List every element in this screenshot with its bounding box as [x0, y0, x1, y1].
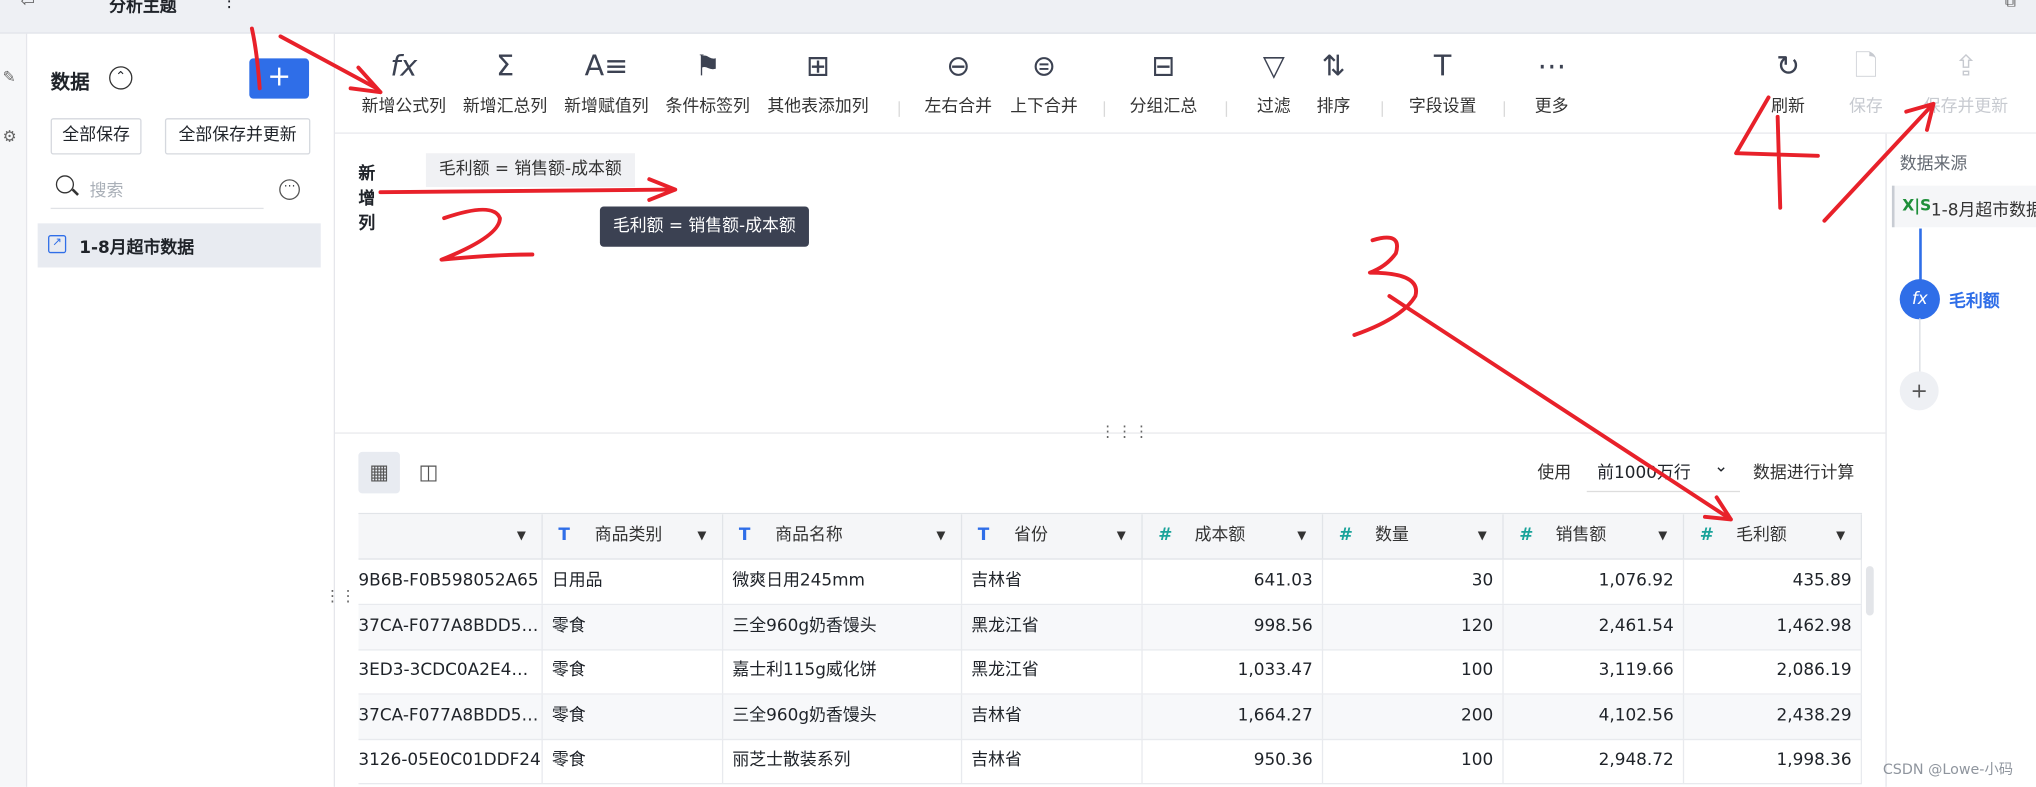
annotation-layer: [249, 26, 1936, 522]
digit-3: [1352, 235, 1419, 337]
arrow-1-line: [278, 34, 379, 91]
arrow-3-head: [1702, 495, 1733, 522]
digit-2: [439, 207, 535, 262]
arrow-4-line: [1822, 104, 1933, 223]
mark-1: [249, 26, 262, 91]
arrow-3-line: [1387, 294, 1729, 519]
arrow-1-head: [348, 65, 383, 95]
arrow-2-line: [378, 187, 675, 195]
digit-4: [1734, 95, 1820, 210]
